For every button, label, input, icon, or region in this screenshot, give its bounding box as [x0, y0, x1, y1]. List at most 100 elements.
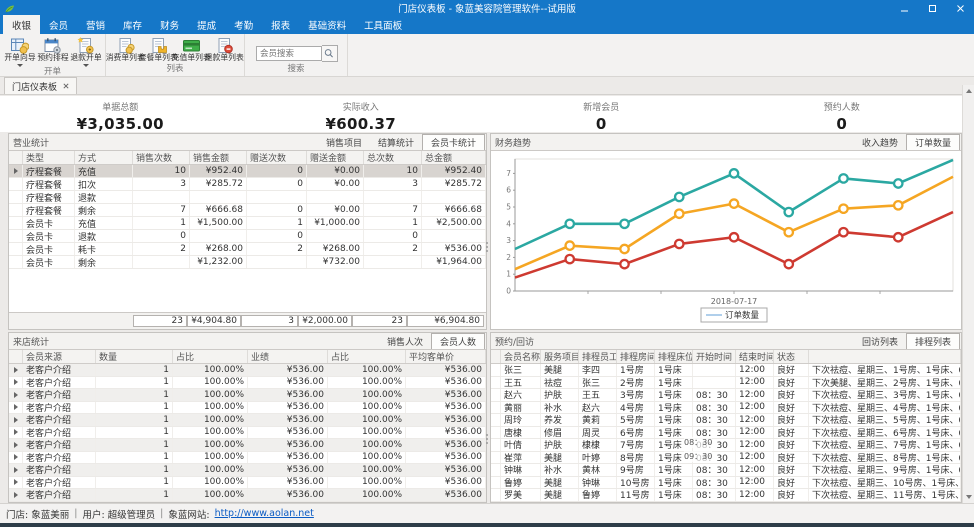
- maximize-icon[interactable]: [918, 0, 946, 16]
- table-row[interactable]: 会员卡耗卡2¥268.002¥268.002¥536.00: [9, 243, 486, 256]
- table-row[interactable]: 老客户介绍1100.00%¥536.00100.00%¥536.00: [9, 389, 486, 402]
- table-row[interactable]: 老客户介绍1100.00%¥536.00100.00%¥536.00: [9, 439, 486, 452]
- table-row[interactable]: 王五祛痘张三2号房1号床12:00良好下次美腿、星期三、2号房、1号床、09：0…: [491, 377, 961, 390]
- ribbon-tab-9[interactable]: 工具面板: [355, 15, 411, 34]
- column-header[interactable]: 服务项目: [541, 350, 579, 363]
- refund-open-button[interactable]: 退款开单: [69, 36, 102, 67]
- tab-business_stats-2[interactable]: 会员卡统计: [422, 134, 485, 150]
- table-row[interactable]: 老客户介绍1100.00%¥536.00100.00%¥536.00: [9, 477, 486, 490]
- table-row[interactable]: 疗程套餐剩余7¥666.680¥0.007¥666.68: [9, 204, 486, 217]
- tab-visit_stats-0[interactable]: 销售人次: [379, 333, 431, 349]
- column-header[interactable]: 赠送次数: [247, 151, 307, 164]
- column-header[interactable]: 结束时间: [736, 350, 774, 363]
- refund-list-button[interactable]: 退款单列表: [208, 36, 241, 63]
- table-row[interactable]: 疗程套餐充值10¥952.400¥0.0010¥952.40: [9, 165, 486, 178]
- minimize-icon[interactable]: [890, 0, 918, 16]
- column-header[interactable]: 类型: [23, 151, 75, 164]
- column-header[interactable]: 方式: [75, 151, 133, 164]
- table-row[interactable]: 会员卡退款000: [9, 230, 486, 243]
- table-row[interactable]: 疗程套餐退款: [9, 191, 486, 204]
- svg-text:7: 7: [506, 169, 511, 178]
- scroll-up-icon[interactable]: [966, 89, 972, 93]
- column-header[interactable]: 会员名称: [501, 350, 541, 363]
- tab-appointments-0[interactable]: 回访列表: [854, 333, 906, 349]
- total-value: ¥2,000.00: [298, 315, 352, 327]
- table-cell: 7号房: [617, 439, 655, 451]
- column-header[interactable]: 占比: [328, 350, 406, 363]
- tab-business_stats-0[interactable]: 销售项目: [318, 134, 370, 150]
- table-row[interactable]: 崔萍美腿叶婷8号房1号床08：3012:00良好下次祛痘、星期三、8号房、1号床…: [491, 452, 961, 465]
- table-row[interactable]: 赵六护肤王五3号房1号床08：3012:00良好下次祛痘、星期三、3号房、1号床…: [491, 389, 961, 402]
- column-header[interactable]: 排程床位: [655, 350, 693, 363]
- column-header[interactable]: 开始时间: [693, 350, 736, 363]
- table-row[interactable]: 老客户介绍1100.00%¥536.00100.00%¥536.00: [9, 489, 486, 502]
- table-row[interactable]: 周玲养发黄莉5号房1号床08：3012:00良好下次祛痘、星期三、5号房、1号床…: [491, 414, 961, 427]
- tab-appointments-1[interactable]: 排程列表: [906, 333, 960, 349]
- table-row[interactable]: 张三美腿李四1号房1号床12:00良好下次祛痘、星期三、1号房、1号床、09：0…: [491, 364, 961, 377]
- column-header[interactable]: 排程房间: [617, 350, 655, 363]
- scroll-down-icon[interactable]: [966, 495, 972, 499]
- search-button[interactable]: [322, 45, 338, 62]
- package-list-button[interactable]: 套餐单列表: [142, 36, 175, 63]
- column-header[interactable]: 总次数: [364, 151, 422, 164]
- column-header[interactable]: [809, 350, 961, 363]
- table-row[interactable]: 鲁婷美腿钟琳10号房1号床08：3012:00良好下次祛痘、星期三、10号房、1…: [491, 477, 961, 490]
- table-row[interactable]: 老客户介绍1100.00%¥536.00100.00%¥536.00: [9, 402, 486, 415]
- table-cell: 100.00%: [173, 452, 248, 464]
- tab-close-icon[interactable]: [63, 83, 69, 89]
- vertical-scrollbar[interactable]: [962, 85, 974, 503]
- table-row[interactable]: 罗美美腿鲁婷11号房1号床08：3012:00良好下次祛痘、星期三、11号房、1…: [491, 489, 961, 502]
- ribbon-tab-7[interactable]: 报表: [262, 15, 299, 34]
- column-header[interactable]: 业绩: [248, 350, 328, 363]
- tab-business_stats-1[interactable]: 结算统计: [370, 134, 422, 150]
- ribbon-tab-4[interactable]: 财务: [151, 15, 188, 34]
- column-header[interactable]: 总金额: [422, 151, 486, 164]
- column-header[interactable]: 销售次数: [133, 151, 190, 164]
- tab-finance_trend-0[interactable]: 收入趋势: [854, 134, 906, 150]
- table-row[interactable]: 会员卡充值1¥1,500.001¥1,000.001¥2,500.00: [9, 217, 486, 230]
- document-tab-dashboard[interactable]: 门店仪表板: [4, 77, 77, 94]
- ribbon-tab-0[interactable]: 收银: [3, 15, 40, 34]
- column-header[interactable]: 会员来源: [23, 350, 96, 363]
- table-row[interactable]: 老客户介绍1100.00%¥536.00100.00%¥536.00: [9, 377, 486, 390]
- table-row[interactable]: 老客户介绍1100.00%¥536.00100.00%¥536.00: [9, 464, 486, 477]
- schedule-button[interactable]: 预约排程: [36, 36, 69, 63]
- table-row[interactable]: 老客户介绍1100.00%¥536.00100.00%¥536.00: [9, 427, 486, 440]
- column-header[interactable]: 排程员工: [579, 350, 617, 363]
- table-cell: 老客户介绍: [23, 389, 96, 401]
- column-header[interactable]: 占比: [173, 350, 248, 363]
- close-icon[interactable]: [946, 0, 974, 16]
- splitter-handle[interactable]: [485, 434, 489, 444]
- column-header[interactable]: 平均客单价: [406, 350, 486, 363]
- column-header[interactable]: 状态: [774, 350, 809, 363]
- ribbon-tab-2[interactable]: 营销: [77, 15, 114, 34]
- table-row[interactable]: 老客户介绍1100.00%¥536.00100.00%¥536.00: [9, 414, 486, 427]
- ribbon-tab-6[interactable]: 考勤: [225, 15, 262, 34]
- ribbon-tab-8[interactable]: 基础资料: [299, 15, 355, 34]
- splitter-handle[interactable]: [485, 242, 489, 252]
- ribbon-tab-3[interactable]: 库存: [114, 15, 151, 34]
- table-row[interactable]: 老客户介绍1100.00%¥536.00100.00%¥536.00: [9, 364, 486, 377]
- status-site-link[interactable]: http://www.aolan.net: [215, 508, 314, 519]
- ribbon-tab-5[interactable]: 提成: [188, 15, 225, 34]
- table-cell: 100.00%: [328, 377, 406, 389]
- table-row[interactable]: 会员卡剩余¥1,232.00¥732.00¥1,964.00: [9, 256, 486, 269]
- tab-visit_stats-1[interactable]: 会员人数: [431, 333, 485, 349]
- table-row[interactable]: 黄丽补水赵六4号房1号床08：3012:00良好下次祛痘、星期三、4号房、1号床…: [491, 402, 961, 415]
- tab-finance_trend-1[interactable]: 订单数量: [906, 134, 960, 150]
- column-header[interactable]: 赠送金额: [307, 151, 364, 164]
- data-point-marker: [839, 228, 847, 236]
- table-row[interactable]: 叶倩护肤棣棣7号房1号床08：3012:00良好下次祛痘、星期三、7号房、1号床…: [491, 439, 961, 452]
- ribbon-tab-1[interactable]: 会员: [40, 15, 77, 34]
- member-search-input[interactable]: [256, 46, 322, 61]
- order-wizard-button[interactable]: 开单向导: [3, 36, 36, 67]
- table-row[interactable]: 唐棣修眉周灵6号房1号床08：3012:00良好下次祛痘、星期三、6号房、1号床…: [491, 427, 961, 440]
- recharge-list-button[interactable]: 充值单列表: [175, 36, 208, 63]
- consume-list-button[interactable]: 消费单列表: [109, 36, 142, 63]
- table-row[interactable]: 疗程套餐扣次3¥285.720¥0.003¥285.72: [9, 178, 486, 191]
- column-header[interactable]: 数量: [96, 350, 173, 363]
- table-row[interactable]: 老客户介绍1100.00%¥536.00100.00%¥536.00: [9, 452, 486, 465]
- table-row[interactable]: 钟琳补水黄林9号房1号床08：3012:00良好下次祛痘、星期三、9号房、1号床…: [491, 464, 961, 477]
- column-header[interactable]: 销售金额: [190, 151, 247, 164]
- table-cell: 叶婷: [579, 452, 617, 464]
